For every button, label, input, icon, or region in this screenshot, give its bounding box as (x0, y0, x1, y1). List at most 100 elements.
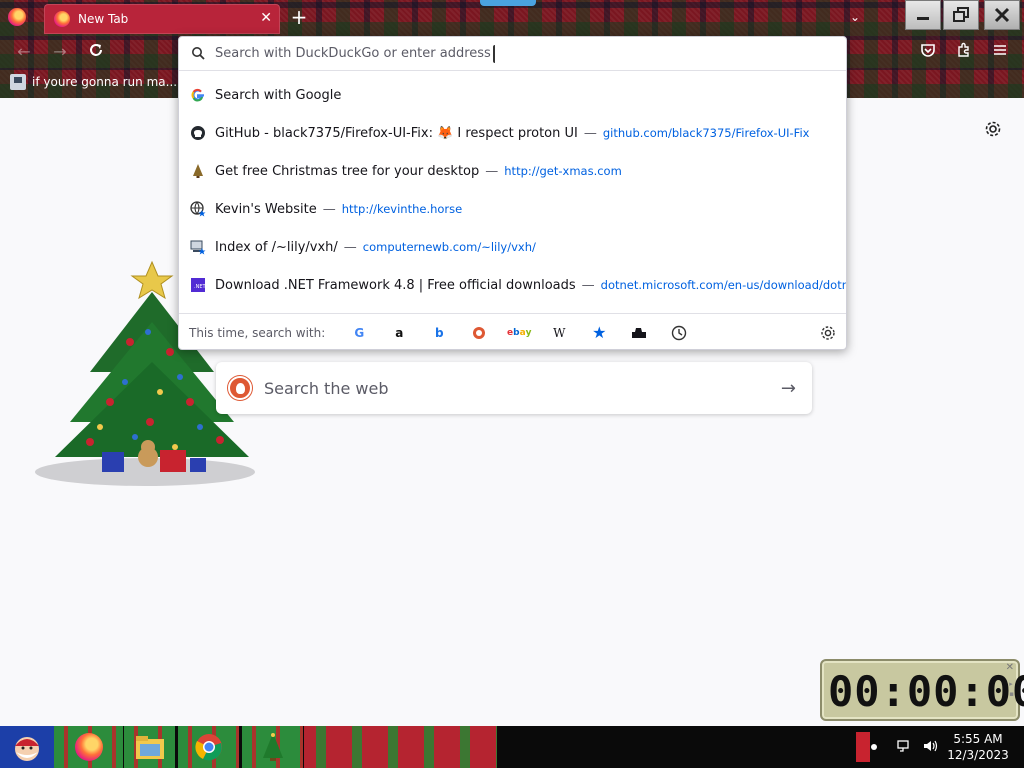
tray-indicator (871, 744, 877, 750)
duckduckgo-icon (228, 376, 252, 400)
computer-bookmark-icon (190, 240, 206, 255)
forward-button[interactable]: → (50, 42, 70, 62)
puzzle-icon (958, 42, 969, 57)
result-title: GitHub - black7375/Firefox-UI-Fix: 🦊 I r… (215, 125, 578, 141)
bing-icon[interactable]: b (419, 321, 459, 345)
newtab-search-box[interactable]: Search the web → (216, 362, 812, 414)
volume-icon[interactable] (922, 738, 938, 758)
result-url: http://get-xmas.com (504, 164, 622, 178)
google-icon (191, 88, 204, 102)
taskbar-tasks[interactable] (304, 726, 498, 768)
pocket-button[interactable] (918, 42, 938, 62)
restore-button[interactable] (943, 0, 979, 30)
urlbar-result[interactable]: Index of /~lily/vxh/ — computernewb.com/… (179, 228, 846, 266)
arrow-right-icon[interactable]: → (781, 378, 796, 399)
duckduckgo-icon[interactable] (459, 321, 499, 345)
back-button[interactable]: ← (14, 42, 34, 62)
urlbar-placeholder: Search with DuckDuckGo or enter address (215, 46, 491, 61)
google-icon[interactable]: G (339, 321, 379, 345)
search-icon (192, 47, 205, 60)
urlbar-result[interactable]: Get free Christmas tree for your desktop… (179, 152, 846, 190)
history-clock-icon[interactable] (659, 321, 699, 345)
stopwatch-controls[interactable]: ▸ ▪ (1009, 679, 1014, 699)
computer-icon (10, 74, 26, 90)
minimize-button[interactable] (905, 0, 941, 30)
one-offs-label: This time, search with: (189, 325, 326, 340)
taskbar-chrome[interactable] (178, 726, 240, 768)
tab-drag-indicator (480, 0, 536, 6)
gear-icon (985, 121, 1001, 137)
result-title: Kevin's Website (215, 201, 317, 217)
result-url: http://kevinthe.horse (341, 202, 463, 216)
result-url: computernewb.com/~lily/vxh/ (362, 240, 536, 254)
globe-bookmark-icon (190, 201, 206, 217)
network-icon[interactable] (896, 738, 912, 758)
extensions-button[interactable] (954, 42, 974, 62)
urlbar-result[interactable]: .NET Download .NET Framework 4.8 | Free … (179, 266, 846, 304)
result-separator: — (581, 277, 595, 293)
tab-title: New Tab (78, 12, 129, 26)
firefox-icon (74, 733, 103, 761)
personalize-button[interactable] (984, 120, 1002, 138)
urlbar-result[interactable]: Kevin's Website — http://kevinthe.horse (179, 190, 846, 228)
folder-icon (135, 736, 164, 759)
result-separator: — (583, 125, 597, 141)
taskbar-file-explorer[interactable] (124, 726, 176, 768)
start-button[interactable] (0, 726, 54, 768)
urlbar-input[interactable]: Search with DuckDuckGo or enter address (179, 37, 846, 71)
reload-button[interactable] (86, 42, 106, 62)
tab-strip: New Tab ✕ + ⌄ (0, 0, 1024, 36)
stopwatch-widget[interactable]: 00:00:00 ✕ ▸ ▪ (820, 659, 1024, 721)
result-separator: — (343, 239, 357, 255)
tab-new-tab[interactable]: New Tab ✕ (44, 4, 280, 34)
christmas-tree-icon (262, 733, 283, 761)
tabs-icon[interactable] (619, 321, 659, 345)
taskbar-christmas-tree[interactable] (242, 726, 304, 768)
dotnet-icon: .NET (191, 278, 206, 292)
system-clock[interactable]: 5:55 AM 12/3/2023 (944, 731, 1012, 763)
bookmark-label: if youre gonna run ma... (32, 75, 178, 89)
result-title: Search with Google (215, 87, 342, 103)
taskbar-firefox[interactable] (54, 726, 124, 768)
close-window-button[interactable] (984, 0, 1020, 30)
close-icon (994, 7, 1010, 23)
result-title: Get free Christmas tree for your desktop (215, 163, 480, 179)
result-title: Index of /~lily/vxh/ (215, 239, 338, 255)
christmas-tree-icon (193, 164, 203, 178)
gear-icon[interactable] (820, 325, 836, 341)
search-one-offs: This time, search with: G a b ebay W ★ (179, 313, 846, 351)
restore-icon (953, 7, 969, 22)
wikipedia-icon[interactable]: W (539, 321, 579, 345)
result-url: github.com/black7375/Firefox-UI-Fix (602, 126, 810, 140)
new-tab-button[interactable]: + (288, 6, 310, 28)
bookmark-item[interactable]: if youre gonna run ma... (10, 74, 177, 90)
tray-flag[interactable] (856, 732, 870, 762)
stopwatch-display: 00:00:00 (828, 667, 1024, 716)
urlbar-result[interactable]: GitHub - black7375/Firefox-UI-Fix: 🦊 I r… (179, 114, 846, 152)
result-url: dotnet.microsoft.com/en-us/download/dotn… (600, 278, 846, 292)
result-separator: — (485, 163, 499, 179)
chevron-down-icon[interactable]: ⌄ (850, 10, 864, 24)
firefox-icon (54, 11, 70, 27)
ebay-icon[interactable]: ebay (499, 321, 539, 345)
close-icon[interactable]: ✕ (1006, 662, 1014, 673)
app-menu-button[interactable] (990, 42, 1010, 62)
pocket-icon (921, 44, 935, 57)
result-title: Download .NET Framework 4.8 | Free offic… (215, 277, 576, 293)
amazon-icon[interactable]: a (379, 321, 419, 345)
taskbar: 5:55 AM 12/3/2023 (0, 726, 1024, 768)
hamburger-icon (994, 45, 1006, 55)
text-cursor-icon (493, 45, 497, 63)
minimize-icon (917, 17, 929, 20)
clock-date: 12/3/2023 (947, 748, 1009, 762)
santa-icon (15, 737, 39, 761)
svg-text:.NET: .NET (194, 284, 206, 290)
github-icon (191, 126, 205, 140)
urlbar-result-search[interactable]: Search with Google (179, 76, 846, 114)
reload-icon (90, 44, 102, 56)
close-tab-icon[interactable]: ✕ (260, 10, 272, 26)
firefox-menu-icon[interactable] (8, 8, 26, 26)
chrome-icon (194, 734, 222, 761)
bookmarks-star-icon[interactable]: ★ (579, 321, 619, 345)
clock-time: 5:55 AM (953, 732, 1003, 746)
